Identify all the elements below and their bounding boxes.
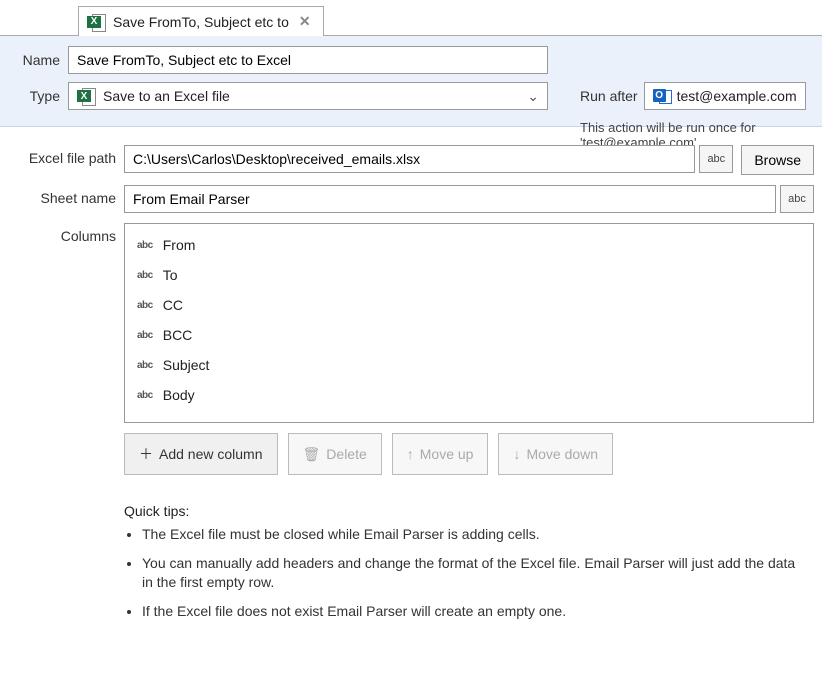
tip-item: If the Excel file does not exist Email P… (142, 602, 804, 621)
close-icon[interactable]: ✕ (297, 13, 313, 30)
move-up-button[interactable]: ↑ Move up (392, 433, 489, 475)
plus-icon: ＋ (139, 444, 153, 464)
tab-label: Save FromTo, Subject etc to (113, 14, 289, 30)
move-down-label: Move down (526, 446, 598, 462)
sheet-input[interactable] (124, 185, 776, 213)
excel-icon (77, 87, 95, 105)
tips-list: The Excel file must be closed while Emai… (124, 525, 804, 621)
columns-label: Columns (8, 223, 116, 244)
add-column-label: Add new column (159, 446, 263, 462)
column-name: Subject (163, 357, 210, 373)
filepath-input[interactable] (124, 145, 695, 173)
tab-save-action[interactable]: Save FromTo, Subject etc to ✕ (78, 6, 324, 36)
add-column-button[interactable]: ＋ Add new column (124, 433, 278, 475)
list-item[interactable]: abc From (125, 230, 813, 260)
name-label: Name (10, 52, 60, 68)
tip-item: The Excel file must be closed while Emai… (142, 525, 804, 544)
column-name: Body (163, 387, 195, 403)
delete-column-button[interactable]: 🗑 Delete (288, 433, 382, 475)
list-item[interactable]: abc To (125, 260, 813, 290)
body-area: Excel file path abc Browse Sheet name ab… (0, 127, 822, 655)
chevron-down-icon: ⌄ (527, 88, 539, 105)
columns-button-row: ＋ Add new column 🗑 Delete ↑ Move up ↓ Mo… (124, 433, 814, 475)
sheet-label: Sheet name (8, 185, 116, 206)
abc-icon: abc (137, 240, 153, 251)
type-value: Save to an Excel file (103, 88, 230, 104)
tips-title: Quick tips: (124, 503, 804, 519)
quick-tips: Quick tips: The Excel file must be close… (124, 503, 804, 621)
name-input[interactable] (68, 46, 548, 74)
tab-bar: Save FromTo, Subject etc to ✕ (0, 0, 822, 36)
abc-icon: abc (137, 300, 153, 311)
arrow-down-icon: ↓ (513, 446, 520, 462)
abc-icon: abc (137, 360, 153, 371)
abc-icon: abc (137, 330, 153, 341)
run-after-value: test@example.com (677, 88, 797, 104)
column-name: BCC (163, 327, 193, 343)
outlook-icon (653, 87, 671, 105)
list-item[interactable]: abc BCC (125, 320, 813, 350)
list-item[interactable]: abc Subject (125, 350, 813, 380)
run-after-label: Run after (580, 88, 638, 104)
move-down-button[interactable]: ↓ Move down (498, 433, 613, 475)
excel-icon (87, 13, 105, 31)
run-after-select[interactable]: test@example.com (644, 82, 806, 110)
filepath-label: Excel file path (8, 145, 116, 166)
column-name: CC (163, 297, 183, 313)
browse-button[interactable]: Browse (741, 145, 814, 175)
abc-button-filepath[interactable]: abc (699, 145, 733, 173)
tip-item: You can manually add headers and change … (142, 554, 804, 592)
columns-listbox: abcFromabcToabcCCabcBCCabcSubjectabcBody (124, 223, 814, 423)
abc-icon: abc (137, 390, 153, 401)
type-label: Type (10, 88, 60, 104)
delete-label: Delete (326, 446, 366, 462)
list-item[interactable]: abc Body (125, 380, 813, 410)
trash-icon: 🗑 (303, 446, 321, 463)
arrow-up-icon: ↑ (407, 446, 414, 462)
abc-icon: abc (137, 270, 153, 281)
column-name: To (163, 267, 178, 283)
list-item[interactable]: abc CC (125, 290, 813, 320)
move-up-label: Move up (420, 446, 474, 462)
column-name: From (163, 237, 196, 253)
abc-button-sheet[interactable]: abc (780, 185, 814, 213)
type-select[interactable]: Save to an Excel file ⌄ (68, 82, 548, 110)
